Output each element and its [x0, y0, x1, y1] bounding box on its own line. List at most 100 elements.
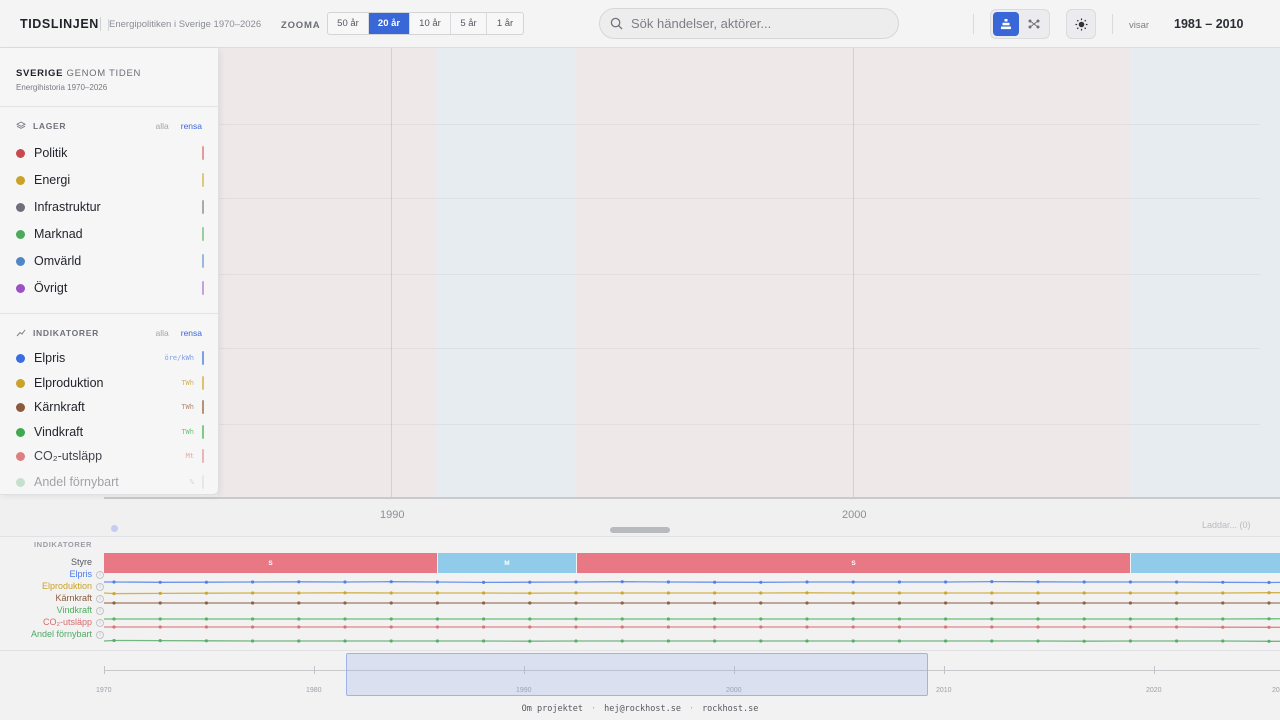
divider	[100, 17, 101, 31]
indicator-point	[944, 580, 948, 584]
indicator-point	[482, 580, 486, 584]
layer-item-ovrigt[interactable]: Övrigt	[16, 278, 204, 298]
overview-minimap[interactable]: 1970 1980 1990 2000 2010 2020 20	[0, 650, 1280, 698]
about-link[interactable]: Om projektet	[522, 704, 583, 714]
search-box[interactable]	[599, 8, 899, 39]
indicator-point	[851, 617, 855, 621]
divider	[973, 14, 974, 34]
network-view-button[interactable]	[1021, 12, 1047, 36]
view-toggle	[990, 9, 1050, 39]
indicator-point	[204, 617, 208, 621]
indicator-point	[1175, 617, 1179, 621]
indicator-sparkline	[104, 580, 1280, 584]
overview-tick	[1154, 666, 1155, 674]
indicator-point	[713, 625, 717, 629]
indicator-point	[713, 617, 717, 621]
indicator-point	[297, 601, 301, 605]
indicator-point	[1082, 617, 1086, 621]
timeline-view-button[interactable]	[993, 12, 1019, 36]
indicator-point	[251, 639, 255, 643]
resize-handle[interactable]	[610, 527, 670, 533]
indicator-point	[1267, 580, 1271, 585]
separator: ·	[591, 704, 597, 714]
layers-heading: LAGER	[16, 121, 66, 131]
clear-indicators-button[interactable]: rensa	[181, 328, 202, 338]
layer-color-dot	[16, 229, 25, 239]
indicator-color-bar	[202, 351, 204, 365]
indicator-item-karnkraft[interactable]: Kärnkraft TWh	[16, 397, 204, 417]
indicator-point	[528, 625, 532, 629]
overview-selection-window[interactable]	[346, 653, 928, 696]
indicator-point	[1221, 591, 1225, 595]
indicator-point	[759, 591, 763, 595]
indicator-item-vindkraft[interactable]: Vindkraft TWh	[16, 422, 204, 442]
indicator-point	[1082, 625, 1086, 629]
zoom-10-years-button[interactable]: 10 år	[410, 13, 451, 34]
layer-color-dot	[16, 283, 25, 293]
indicator-color-dot	[16, 353, 25, 363]
sun-icon	[1074, 17, 1088, 31]
layer-item-energi[interactable]: Energi	[16, 170, 204, 190]
indicator-item-andel-fornybart[interactable]: Andel förnybart %	[16, 472, 204, 492]
indicator-point	[158, 617, 162, 621]
indicator-label: Vindkraft	[34, 425, 84, 439]
indicator-point	[112, 592, 116, 596]
indicator-point	[805, 591, 809, 595]
layer-color-bar	[202, 200, 204, 214]
indicator-item-elproduktion[interactable]: Elproduktion TWh	[16, 373, 204, 393]
panel-subtitle: Energihistoria 1970–2026	[16, 83, 108, 92]
indicator-point	[435, 617, 439, 621]
indicator-point	[666, 591, 671, 595]
divider	[0, 313, 218, 314]
indicator-item-co2[interactable]: CO₂-utsläpp Mt	[16, 446, 204, 466]
indicator-point	[1267, 639, 1271, 643]
indicator-point	[204, 639, 208, 643]
theme-toggle-button[interactable]	[1066, 9, 1096, 39]
indicator-point	[1128, 639, 1132, 643]
website-link[interactable]: rockhost.se	[702, 704, 758, 714]
indicator-point	[1175, 580, 1179, 584]
layer-item-infrastruktur[interactable]: Infrastruktur	[16, 197, 204, 217]
divider	[1112, 14, 1113, 34]
layer-color-dot	[16, 175, 25, 185]
indicator-point	[1082, 580, 1086, 584]
indicator-point	[620, 580, 624, 584]
indicator-point	[251, 601, 255, 605]
indicator-point	[1267, 617, 1271, 621]
clear-layers-button[interactable]: rensa	[181, 121, 202, 131]
indicator-point	[944, 639, 948, 643]
indicator-point	[251, 591, 255, 595]
layer-item-omvarld[interactable]: Omvärld	[16, 251, 204, 271]
indicator-point	[251, 625, 255, 629]
indicator-point	[435, 639, 439, 643]
layer-item-marknad[interactable]: Marknad	[16, 224, 204, 244]
email-link[interactable]: hej@rockhost.se	[604, 704, 681, 714]
indicator-sparkline	[104, 617, 1280, 620]
overview-tick	[944, 666, 945, 674]
gridline	[853, 48, 854, 498]
indicator-strip: INDIKATORER Styre Elpris Elproduktion Kä…	[0, 536, 1280, 650]
zoom-20-years-button[interactable]: 20 år	[369, 13, 410, 34]
indicator-unit: TWh	[181, 403, 194, 411]
indicator-point	[897, 639, 902, 643]
zoom-5-years-button[interactable]: 5 år	[451, 13, 487, 34]
indicator-point	[1175, 601, 1179, 605]
stacked-layers-icon	[1001, 19, 1011, 30]
select-all-indicators-button[interactable]: alla	[156, 328, 169, 338]
indicator-point	[112, 625, 116, 629]
visible-range: 1981 – 2010	[1174, 17, 1244, 31]
zoom-50-years-button[interactable]: 50 år	[328, 13, 369, 34]
indicator-point	[851, 580, 855, 584]
app-title[interactable]: TIDSLINJEN	[20, 17, 99, 31]
indicator-point	[435, 625, 439, 629]
indicator-point	[297, 639, 301, 643]
select-all-layers-button[interactable]: alla	[156, 121, 169, 131]
indicator-unit: %	[189, 478, 194, 486]
indicator-point	[666, 580, 671, 584]
search-input[interactable]	[631, 16, 881, 31]
zoom-1-year-button[interactable]: 1 år	[487, 13, 523, 34]
indicator-point	[158, 601, 162, 605]
layer-item-politik[interactable]: Politik	[16, 143, 204, 163]
indicator-item-elpris[interactable]: Elpris öre/kWh	[16, 348, 204, 368]
indicator-sparklines	[103, 580, 1280, 643]
